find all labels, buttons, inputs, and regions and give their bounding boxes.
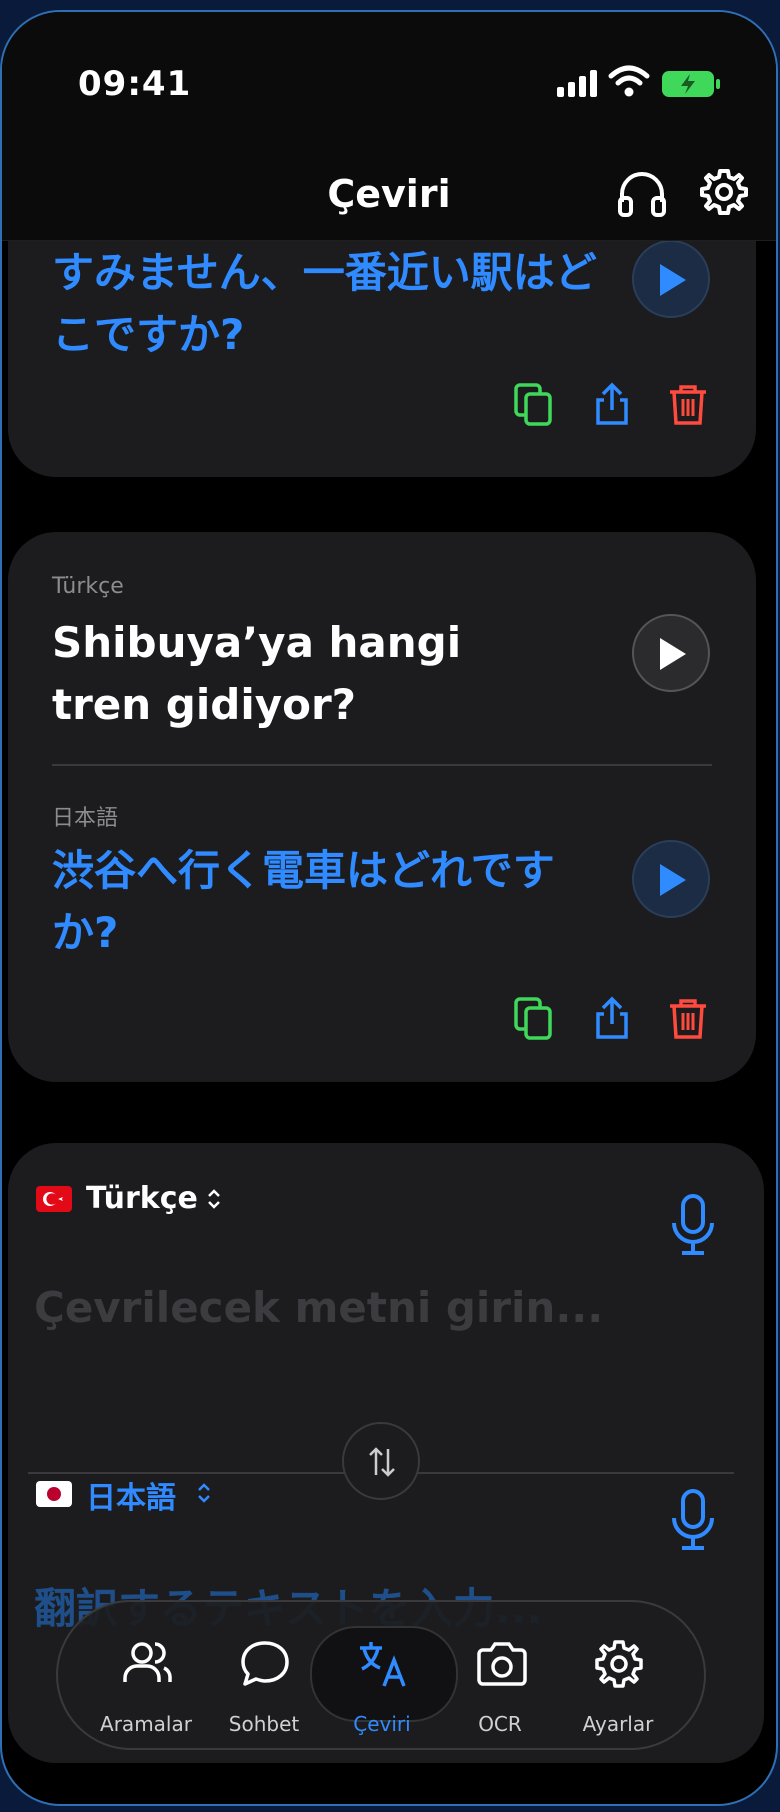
cellular-signal-icon (557, 69, 599, 97)
gear-icon (595, 1640, 643, 1688)
play-translation-button[interactable] (632, 840, 710, 918)
translation-card: Türkçe Shibuya’ya hangi tren gidiyor? 日本… (8, 532, 756, 1082)
battery-icon (662, 71, 720, 97)
source-language-label: Türkçe (52, 574, 124, 599)
headphones-icon[interactable] (616, 168, 668, 220)
translated-text: すみません、一番近い駅はどこですか? (52, 248, 597, 359)
status-time: 09:41 (78, 64, 192, 104)
navigation-bar: Çeviri (2, 132, 776, 241)
play-icon (660, 864, 686, 896)
microphone-icon[interactable] (668, 1488, 718, 1552)
microphone-icon[interactable] (668, 1193, 718, 1257)
tab-ayarlar[interactable]: Ayarlar (558, 1602, 678, 1748)
status-bar: 09:41 (2, 12, 776, 132)
source-language-selector[interactable]: Türkçe (86, 1181, 198, 1216)
swap-languages-button[interactable] (342, 1422, 420, 1500)
chevron-up-down-icon[interactable] (206, 1187, 222, 1211)
play-source-button[interactable] (632, 614, 710, 692)
tab-sohbet[interactable]: Sohbet (204, 1602, 324, 1748)
chevron-up-down-icon[interactable] (196, 1481, 212, 1505)
share-icon[interactable] (590, 996, 634, 1040)
play-icon (660, 638, 686, 670)
target-language-label: 日本語 (52, 806, 119, 831)
camera-icon (477, 1642, 527, 1686)
tab-label: Aramalar (100, 1712, 192, 1736)
tab-aramalar[interactable]: Aramalar (86, 1602, 206, 1748)
share-icon[interactable] (590, 382, 634, 426)
source-text-input[interactable]: Çevrilecek metni girin... (34, 1283, 603, 1332)
japan-flag-icon (36, 1481, 72, 1507)
settings-gear-icon[interactable] (698, 166, 750, 218)
copy-icon[interactable] (512, 382, 556, 426)
divider (52, 764, 712, 766)
tab-label: Çeviri (353, 1712, 411, 1736)
copy-icon[interactable] (512, 996, 556, 1040)
swap-arrows-icon (369, 1447, 395, 1477)
tab-label: Ayarlar (582, 1712, 654, 1736)
trash-icon[interactable] (666, 996, 710, 1040)
turkey-flag-icon (36, 1186, 72, 1212)
source-text: Shibuya’ya hangi tren gidiyor? (52, 618, 462, 729)
tab-bar: Aramalar Sohbet Çeviri OCR Ayarlar (56, 1600, 706, 1750)
tab-ocr[interactable]: OCR (440, 1602, 560, 1748)
translated-text: 渋谷へ行く電車はどれですか? (52, 846, 555, 957)
play-translation-button[interactable] (632, 240, 710, 318)
tab-label: OCR (478, 1712, 522, 1736)
wifi-icon (608, 65, 650, 97)
translate-icon (360, 1642, 406, 1687)
tab-ceviri[interactable]: Çeviri (322, 1602, 442, 1748)
chat-bubble-icon (241, 1641, 289, 1686)
phone-screen: 09:41 Çeviri すみません、一番近い駅はどこですか? Türkçe S… (0, 10, 778, 1806)
target-language-selector[interactable]: 日本語 (86, 1473, 176, 1517)
tab-label: Sohbet (228, 1712, 300, 1736)
users-icon (123, 1642, 172, 1682)
play-icon (660, 264, 686, 296)
trash-icon[interactable] (666, 382, 710, 426)
